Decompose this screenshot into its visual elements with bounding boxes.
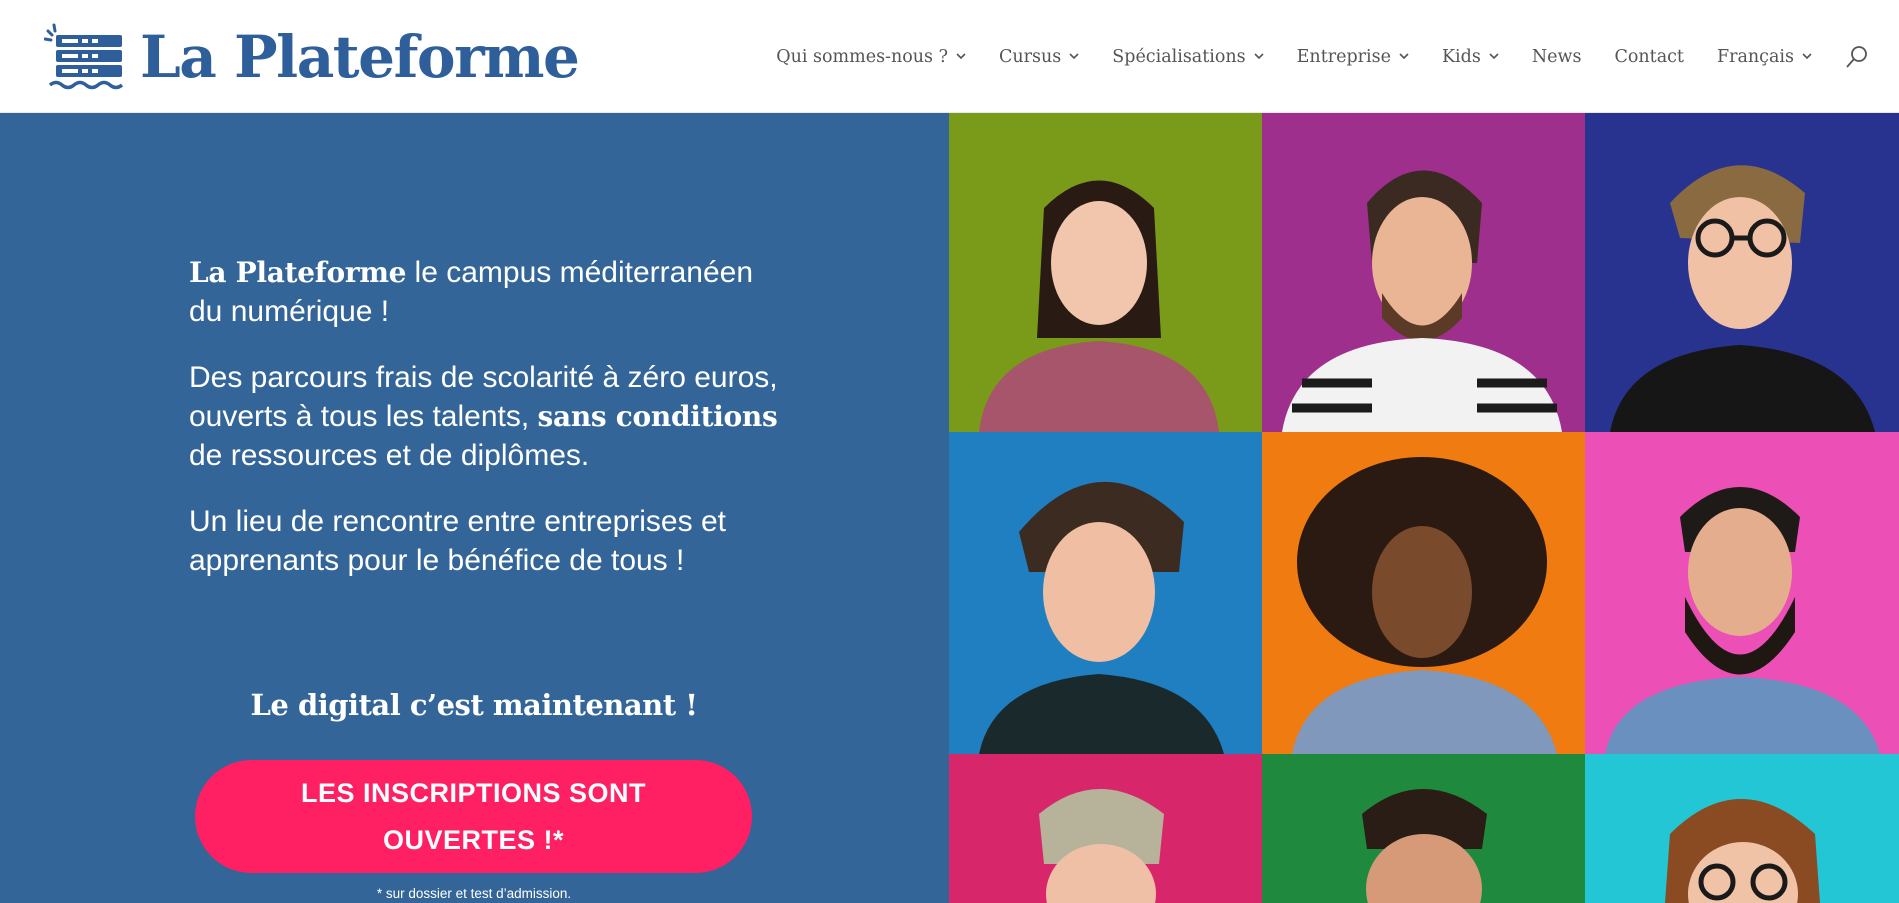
nav-item-language[interactable]: Français	[1717, 47, 1812, 67]
nav-item-label: Kids	[1441, 46, 1481, 67]
portrait-photo	[1585, 432, 1899, 754]
nav-item-label: Français	[1716, 46, 1794, 67]
nav-item-news[interactable]: News	[1532, 47, 1582, 67]
portrait-photo	[949, 754, 1262, 903]
hero-meeting: Un lieu de rencontre entre entreprises e…	[189, 505, 726, 577]
portrait-photo	[949, 432, 1262, 754]
nav-item-kids[interactable]: Kids	[1442, 47, 1499, 67]
nav-item-specialisations[interactable]: Spécialisations	[1112, 46, 1264, 67]
nav-item-label: Qui sommes-nous ?	[776, 46, 948, 67]
admission-footnote: * sur dossier et test d’admission.	[376, 886, 572, 901]
portrait-photo	[1585, 754, 1899, 903]
chevron-down-icon	[1489, 53, 1499, 60]
site-logo[interactable]: La Plateforme	[44, 22, 580, 92]
main-nav: Qui sommes-nous ? Cursus Spécialisations…	[776, 0, 1899, 113]
chevron-down-icon	[1069, 53, 1079, 60]
site-header: La Plateforme Qui sommes-nous ? Cursus S…	[0, 0, 1899, 113]
logo-wordmark: La Plateforme	[140, 23, 580, 91]
portrait-photo	[1262, 113, 1585, 432]
portrait-photo	[1262, 432, 1585, 754]
hero-offer-end: de ressources et de diplômes.	[189, 439, 590, 472]
hero-intro: La Plateforme le campus méditerranéen du…	[189, 253, 779, 331]
chevron-down-icon	[956, 53, 966, 60]
nav-item-label: Contact	[1614, 46, 1684, 67]
hero-section: La Plateforme le campus méditerranéen du…	[0, 113, 949, 903]
hero-offer-bold: sans conditions	[537, 400, 778, 433]
nav-item-label: News	[1531, 46, 1582, 67]
portrait-photo	[949, 113, 1262, 432]
hero-copy: La Plateforme le campus méditerranéen du…	[189, 253, 779, 607]
portrait-photo-grid	[949, 113, 1899, 903]
registration-cta-button[interactable]: LES INSCRIPTIONS SONT OUVERTES !*	[195, 760, 752, 873]
hero-intro-bold: La Plateforme	[189, 256, 407, 289]
nav-item-entreprise[interactable]: Entreprise	[1297, 47, 1409, 67]
chevron-down-icon	[1254, 53, 1264, 60]
nav-item-label: Cursus	[998, 46, 1062, 67]
logo-server-icon	[44, 23, 124, 90]
portrait-photo	[1585, 113, 1899, 432]
nav-item-label: Entreprise	[1296, 46, 1391, 67]
chevron-down-icon	[1399, 53, 1409, 60]
hero-tagline: Le digital c’est maintenant !	[250, 688, 698, 722]
search-icon[interactable]	[1845, 45, 1869, 69]
hero-offer: Des parcours frais de scolarité à zéro e…	[189, 358, 779, 475]
nav-item-contact[interactable]: Contact	[1614, 47, 1684, 67]
nav-item-qui-sommes-nous[interactable]: Qui sommes-nous ?	[776, 47, 966, 67]
portrait-photo	[1262, 754, 1585, 903]
nav-item-label: Spécialisations	[1112, 46, 1246, 67]
nav-item-cursus[interactable]: Cursus	[999, 47, 1079, 67]
chevron-down-icon	[1802, 53, 1812, 60]
